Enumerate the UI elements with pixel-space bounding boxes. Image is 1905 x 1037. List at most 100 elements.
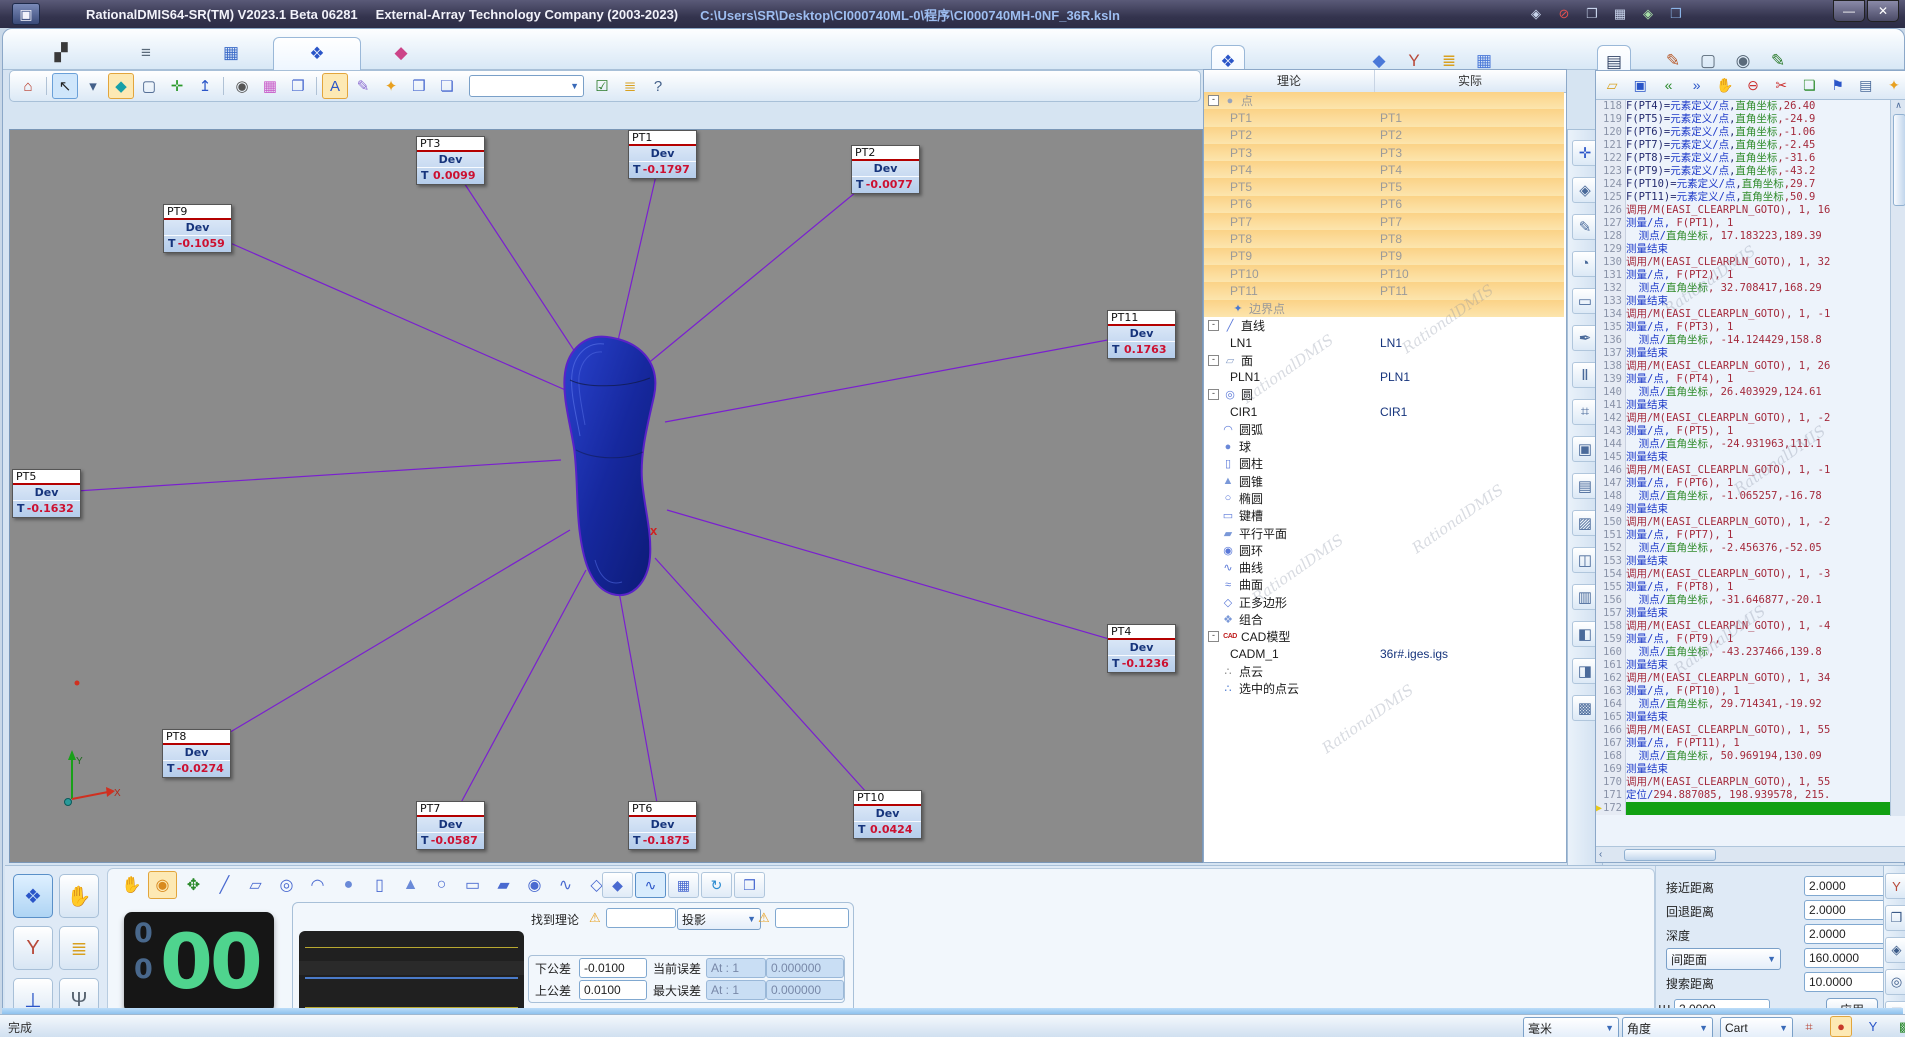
code-line-123[interactable]: 123F(PT9)=元素定义/点,直角坐标,-43.2	[1596, 165, 1890, 178]
foot-model[interactable]	[564, 337, 655, 596]
line-feature-icon[interactable]: ╱	[210, 871, 239, 899]
close-button[interactable]: ✕	[1867, 0, 1899, 22]
tab-program[interactable]: ≡	[103, 37, 189, 69]
slot-feature-icon[interactable]: ▭	[458, 871, 487, 899]
flag-icon[interactable]: ⚑	[1825, 72, 1851, 98]
code-line-170[interactable]: 170调用/M(EASI_CLEARPLN_GOTO), 1, 55	[1596, 776, 1890, 789]
code-line-157[interactable]: 157测量结束	[1596, 607, 1890, 620]
color-map-icon[interactable]: ▦	[257, 73, 283, 99]
coord-system-dropdown[interactable]: Cart▼	[1720, 1017, 1793, 1037]
point-feature-icon[interactable]: ◉	[148, 871, 177, 899]
code-line-120[interactable]: 120F(PT6)=元素定义/点,直角坐标,-1.06	[1596, 126, 1890, 139]
code-line-164[interactable]: 164 测点/直角坐标, 29.714341,-19.92	[1596, 698, 1890, 711]
setting-value-input[interactable]: 10.0000	[1804, 972, 1890, 992]
window-cascade-icon[interactable]: ❒	[406, 73, 432, 99]
tree-row-CIR1[interactable]: CIR1CIR1	[1204, 403, 1564, 420]
upper-tol-input[interactable]	[579, 980, 647, 1000]
point-label-PT10[interactable]: PT10DevT0.0424	[853, 790, 922, 839]
feature-tree-icon[interactable]: ✛	[164, 73, 190, 99]
found-theory-input[interactable]	[606, 908, 676, 928]
machine-view-icon[interactable]: ❒	[1885, 905, 1905, 931]
code-line-128[interactable]: 128 测点/直角坐标, 17.183223,189.39	[1596, 230, 1890, 243]
code-line-168[interactable]: 168 测点/直角坐标, 50.969194,130.09	[1596, 750, 1890, 763]
tree-row-PT5[interactable]: PT5PT5	[1204, 178, 1564, 195]
lower-tol-input[interactable]	[579, 958, 647, 978]
cylinder-feature-icon[interactable]: ▯	[365, 871, 394, 899]
horizontal-scrollbar[interactable]: ‹›	[1596, 846, 1905, 862]
code-line-150[interactable]: 150调用/M(EASI_CLEARPLN_GOTO), 1, -2	[1596, 516, 1890, 529]
window-tile-icon[interactable]: ❏	[434, 73, 460, 99]
code-line-132[interactable]: 132 测点/直角坐标, 32.708417,168.29	[1596, 282, 1890, 295]
tree-row-圆锥[interactable]: ▲圆锥	[1204, 473, 1564, 490]
comb-icon[interactable]: ≣	[617, 73, 643, 99]
code-line-143[interactable]: 143测量/点, F(PT5), 1	[1596, 425, 1890, 438]
point-label-PT3[interactable]: PT3DevT0.0099	[416, 136, 485, 185]
tree-row-圆弧[interactable]: ◠圆弧	[1204, 421, 1564, 438]
expand-toggle-icon[interactable]: -	[1208, 631, 1219, 642]
tree-row-面[interactable]: -▱面	[1204, 351, 1564, 368]
code-line-146[interactable]: 146调用/M(EASI_CLEARPLN_GOTO), 1, -1	[1596, 464, 1890, 477]
spacing-plane-dropdown[interactable]: 间距面▼	[1666, 948, 1781, 970]
setting-value-input[interactable]: 2.0000	[1804, 876, 1890, 896]
probe-path-icon[interactable]: ◆	[602, 872, 633, 898]
probe-mode-icon[interactable]: ✋	[117, 871, 146, 899]
indent-icon[interactable]: »	[1684, 72, 1710, 98]
tree-row-选中的点云[interactable]: ∴选中的点云	[1204, 680, 1564, 697]
list-icon[interactable]: ▤	[1853, 72, 1879, 98]
tree-row-PT6[interactable]: PT6PT6	[1204, 196, 1564, 213]
search-cube-icon[interactable]: ◎	[1885, 969, 1905, 995]
code-line-119[interactable]: 119F(PT5)=元素定义/点,直角坐标,-24.9	[1596, 113, 1890, 126]
tool-cube-icon[interactable]: ◈	[1885, 937, 1905, 963]
expand-toggle-icon[interactable]: -	[1208, 389, 1219, 400]
code-line-171[interactable]: 171定位/294.887085, 198.939578, 215.	[1596, 789, 1890, 802]
code-line-151[interactable]: 151测量/点, F(PT7), 1	[1596, 529, 1890, 542]
code-line-161[interactable]: 161测量结束	[1596, 659, 1890, 672]
code-line-130[interactable]: 130调用/M(EASI_CLEARPLN_GOTO), 1, 32	[1596, 256, 1890, 269]
cut-icon[interactable]: ✂	[1768, 72, 1794, 98]
pin-view-icon[interactable]: ↥	[192, 73, 218, 99]
tree-row-PLN1[interactable]: PLN1PLN1	[1204, 369, 1564, 386]
tree-row-键槽[interactable]: ▭键槽	[1204, 507, 1564, 524]
code-line-137[interactable]: 137测量结束	[1596, 347, 1890, 360]
axis-path-icon[interactable]: ⌗	[1798, 1016, 1820, 1037]
expand-toggle-icon[interactable]: -	[1208, 95, 1219, 106]
projection-input[interactable]	[775, 908, 849, 928]
minimize-button[interactable]: —	[1833, 0, 1865, 22]
labels-toggle-icon[interactable]: A	[322, 73, 348, 99]
cube-list-icon[interactable]: ❒	[734, 872, 765, 898]
code-line-142[interactable]: 142调用/M(EASI_CLEARPLN_GOTO), 1, -2	[1596, 412, 1890, 425]
code-line-125[interactable]: 125F(PT11)=元素定义/点,直角坐标,50.9	[1596, 191, 1890, 204]
zoom-window-icon[interactable]: ▢	[136, 73, 162, 99]
open-icon[interactable]: ▱	[1599, 72, 1625, 98]
quick-select-combo[interactable]: ▼	[469, 75, 584, 97]
code-line-149[interactable]: 149测量结束	[1596, 503, 1890, 516]
code-line-129[interactable]: 129测量结束	[1596, 243, 1890, 256]
point-label-PT7[interactable]: PT7DevT-0.0587	[416, 801, 485, 850]
code-line-141[interactable]: 141测量结束	[1596, 399, 1890, 412]
code-line-159[interactable]: 159测量/点, F(PT9), 1	[1596, 633, 1890, 646]
code-line-131[interactable]: 131测量/点, F(PT2), 1	[1596, 269, 1890, 282]
code-line-158[interactable]: 158调用/M(EASI_CLEARPLN_GOTO), 1, -4	[1596, 620, 1890, 633]
code-line-139[interactable]: 139测量/点, F(PT4), 1	[1596, 373, 1890, 386]
tree-row-PT4[interactable]: PT4PT4	[1204, 161, 1564, 178]
code-line-155[interactable]: 155测量/点, F(PT8), 1	[1596, 581, 1890, 594]
help-cursor-icon[interactable]: ?	[645, 73, 671, 99]
code-line-154[interactable]: 154调用/M(EASI_CLEARPLN_GOTO), 1, -3	[1596, 568, 1890, 581]
code-line-144[interactable]: 144 测点/直角坐标, -24.931963,111.1	[1596, 438, 1890, 451]
program-code[interactable]: 118F(PT4)=元素定义/点,直角坐标,26.40119F(PT5)=元素定…	[1596, 100, 1890, 816]
circle-feature-icon[interactable]: ◎	[272, 871, 301, 899]
code-line-169[interactable]: 169测量结束	[1596, 763, 1890, 776]
torus-feature-icon[interactable]: ◉	[520, 871, 549, 899]
probe-ball-icon[interactable]: ●	[1830, 1016, 1852, 1037]
cone-feature-icon[interactable]: ▲	[396, 871, 425, 899]
view-nav-button[interactable]: ❖	[13, 874, 53, 918]
app-icon[interactable]: ▣	[12, 3, 40, 25]
hand-icon[interactable]: ✋	[1712, 72, 1738, 98]
ellipse-feature-icon[interactable]: ○	[427, 871, 456, 899]
code-line-140[interactable]: 140 测点/直角坐标, 26.403929,124.61	[1596, 386, 1890, 399]
tree-row-正多边形[interactable]: ◇正多边形	[1204, 594, 1564, 611]
parallel-planes-feature-icon[interactable]: ▰	[489, 871, 518, 899]
sphere-feature-icon[interactable]: ●	[334, 871, 363, 899]
graph-view-icon[interactable]: ∿	[635, 872, 666, 898]
arc-feature-icon[interactable]: ◠	[303, 871, 332, 899]
